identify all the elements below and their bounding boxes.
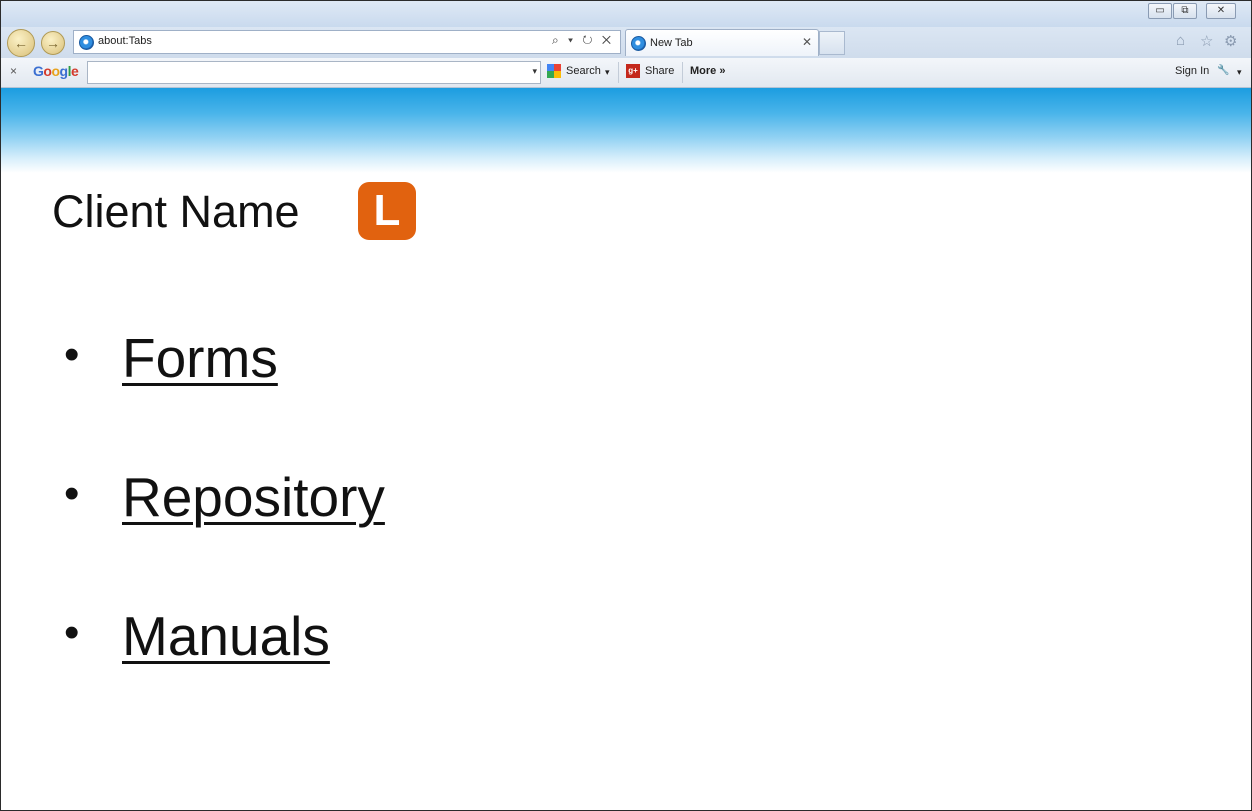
search-menu-caret-icon[interactable]: ▾ (605, 67, 610, 78)
tab-close-icon[interactable]: ✕ (802, 35, 812, 49)
google-toolbar: × Google ▾ Search ▾ g+ Share More » Sign… (1, 58, 1251, 88)
tab-label: New Tab (650, 37, 693, 49)
google-logo: Google (33, 63, 79, 79)
ie-page-icon (79, 35, 94, 50)
repository-link[interactable]: Repository (122, 465, 385, 529)
bullet: • (64, 469, 80, 518)
client-logo: L (358, 182, 416, 240)
toolbar-divider (682, 62, 683, 83)
page-content: Client Name L • Forms • Repository • Man… (1, 88, 1251, 810)
restore-button[interactable]: ⧉ (1173, 3, 1197, 19)
ie-tab-icon (631, 36, 646, 51)
client-name-heading: Client Name (52, 186, 300, 237)
manuals-link[interactable]: Manuals (122, 604, 330, 668)
share-button[interactable]: Share (645, 65, 674, 77)
toolbar-close-icon[interactable]: × (10, 64, 17, 78)
bullet: • (64, 330, 80, 379)
search-dropdown-icon[interactable]: ▾ (532, 66, 537, 77)
bullet: • (64, 608, 80, 657)
wrench-icon[interactable]: 🔧 (1217, 65, 1229, 76)
home-icon[interactable]: ⌂ (1176, 32, 1185, 49)
google-search-icon (547, 64, 561, 78)
sign-in-button[interactable]: Sign In (1175, 65, 1209, 77)
google-search-input[interactable]: ▾ (87, 61, 541, 84)
wrench-caret-icon[interactable]: ▾ (1237, 67, 1242, 78)
title-bar: ▭ ⧉ ✕ (1, 1, 1251, 27)
close-window-button[interactable]: ✕ (1206, 3, 1236, 19)
address-bar[interactable]: about:Tabs ⌕ ▾ ↻ ✕ (73, 30, 621, 54)
more-button[interactable]: More » (690, 65, 725, 77)
toolbar-divider (618, 62, 619, 83)
share-icon: g+ (626, 64, 640, 78)
search-button[interactable]: Search (566, 65, 601, 77)
navigation-bar: ← → about:Tabs ⌕ ▾ ↻ ✕ New Tab ✕ ⌂ ☆ ⚙ (1, 27, 1251, 59)
new-tab-button[interactable] (819, 31, 845, 55)
address-url: about:Tabs (98, 35, 152, 47)
browser-window: ▭ ⧉ ✕ ← → about:Tabs ⌕ ▾ ↻ ✕ New Tab ✕ ⌂… (0, 0, 1252, 811)
tools-gear-icon[interactable]: ⚙ (1224, 32, 1237, 50)
forms-link[interactable]: Forms (122, 326, 278, 390)
back-button[interactable]: ← (7, 29, 35, 57)
tab-new-tab[interactable]: New Tab ✕ (625, 29, 819, 56)
minimize-button[interactable]: ▭ (1148, 3, 1172, 19)
address-actions-icons[interactable]: ⌕ ▾ ↻ ✕ (552, 33, 614, 48)
client-logo-letter: L (373, 186, 401, 235)
favorites-star-icon[interactable]: ☆ (1200, 32, 1213, 50)
forward-button[interactable]: → (41, 31, 65, 55)
